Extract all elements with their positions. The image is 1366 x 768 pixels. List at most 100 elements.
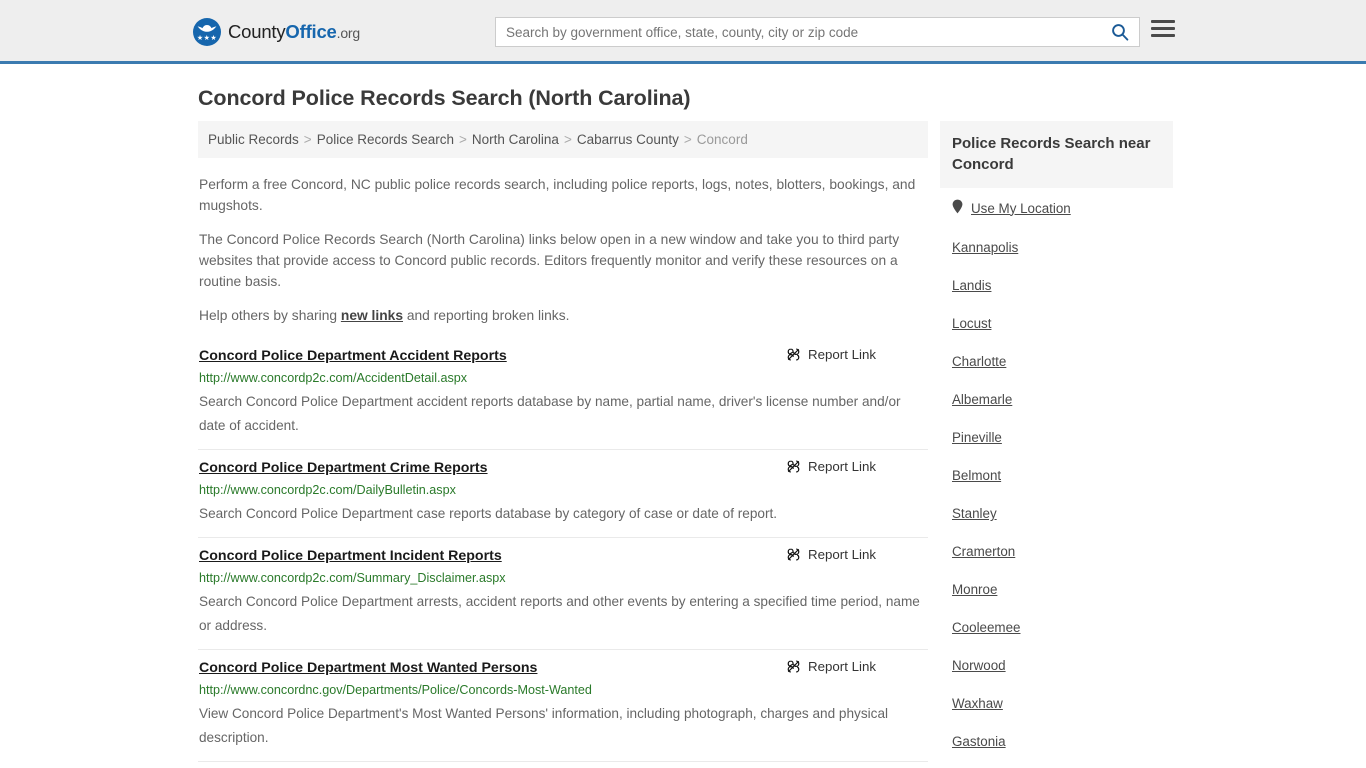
listing-title-link[interactable]: Concord Police Department Crime Reports bbox=[199, 458, 488, 478]
listing-title-link[interactable]: Concord Police Department Most Wanted Pe… bbox=[199, 658, 537, 678]
city-link[interactable]: Stanley bbox=[952, 506, 997, 522]
city-link[interactable]: Gastonia bbox=[952, 734, 1006, 750]
sidebar-item-city[interactable]: Charlotte bbox=[952, 343, 1161, 381]
city-link[interactable]: Belmont bbox=[952, 468, 1001, 484]
report-link-button[interactable]: Report Link bbox=[786, 346, 876, 362]
use-my-location-link[interactable]: Use My Location bbox=[971, 201, 1071, 217]
listings: Concord Police Department Accident Repor… bbox=[198, 342, 928, 762]
hamburger-bar bbox=[1151, 34, 1175, 37]
breadcrumb-item-cabarrus-county[interactable]: Cabarrus County bbox=[577, 132, 679, 147]
intro-p3-before: Help others by sharing bbox=[199, 308, 341, 323]
brand-part-county: County bbox=[228, 21, 286, 42]
listing-description: View Concord Police Department's Most Wa… bbox=[199, 706, 889, 745]
sidebar: Police Records Search near Concord Use M… bbox=[940, 121, 1173, 768]
sidebar-item-city[interactable]: Belmont bbox=[952, 457, 1161, 495]
listing-item: Concord Police Department Most Wanted Pe… bbox=[198, 650, 928, 762]
search-button[interactable] bbox=[1101, 18, 1139, 46]
sidebar-panel-nearby: Police Records Search near Concord Use M… bbox=[940, 121, 1173, 761]
intro-text: Perform a free Concord, NC public police… bbox=[198, 158, 928, 326]
hamburger-bar bbox=[1151, 27, 1175, 30]
report-link-label: Report Link bbox=[808, 347, 876, 362]
search-input[interactable] bbox=[496, 18, 1101, 46]
listing-url[interactable]: http://www.concordp2c.com/DailyBulletin.… bbox=[199, 478, 926, 500]
broken-link-icon bbox=[787, 348, 800, 361]
eagle-glyph bbox=[197, 25, 217, 32]
sidebar-item-city[interactable]: Landis bbox=[952, 267, 1161, 305]
breadcrumb: Public Records > Police Records Search > Nor… bbox=[198, 121, 928, 158]
breadcrumb-item-public-records[interactable]: Public Records bbox=[208, 132, 299, 147]
stars-glyph: ★★★ bbox=[196, 35, 218, 42]
sidebar-list: Use My Location Kannapolis Landis Locust… bbox=[940, 188, 1173, 761]
listing-url[interactable]: http://www.concordp2c.com/Summary_Discla… bbox=[199, 566, 926, 588]
listing-header: Concord Police Department Most Wanted Pe… bbox=[199, 658, 926, 678]
breadcrumb-item-north-carolina[interactable]: North Carolina bbox=[472, 132, 559, 147]
report-link-label: Report Link bbox=[808, 547, 876, 562]
new-links-link[interactable]: new links bbox=[341, 308, 403, 323]
brand-text: CountyOffice.org bbox=[228, 21, 360, 43]
city-link[interactable]: Cooleemee bbox=[952, 620, 1020, 636]
sidebar-item-city[interactable]: Pineville bbox=[952, 419, 1161, 457]
intro-paragraph-2: The Concord Police Records Search (North… bbox=[199, 232, 900, 289]
sidebar-item-city[interactable]: Albemarle bbox=[952, 381, 1161, 419]
city-link[interactable]: Cramerton bbox=[952, 544, 1015, 560]
sidebar-item-city[interactable]: Locust bbox=[952, 305, 1161, 343]
city-link[interactable]: Waxhaw bbox=[952, 696, 1003, 712]
breadcrumb-separator: > bbox=[683, 132, 692, 147]
report-link-button[interactable]: Report Link bbox=[786, 458, 876, 474]
sidebar-item-city[interactable]: Waxhaw bbox=[952, 685, 1161, 723]
breadcrumb-item-concord: Concord bbox=[696, 132, 748, 147]
report-link-label: Report Link bbox=[808, 459, 876, 474]
map-pin-icon bbox=[952, 199, 963, 218]
page-body: Concord Police Records Search (North Car… bbox=[0, 64, 1366, 768]
listing-description: Search Concord Police Department acciden… bbox=[199, 394, 901, 433]
report-link-button[interactable]: Report Link bbox=[786, 546, 876, 562]
eagle-logo-icon: ★★★ bbox=[193, 18, 221, 46]
breadcrumb-separator: > bbox=[563, 132, 572, 147]
city-link[interactable]: Kannapolis bbox=[952, 240, 1018, 256]
content-columns: Public Records > Police Records Search > Nor… bbox=[193, 121, 1173, 768]
site-header: ★★★ CountyOffice.org bbox=[0, 0, 1366, 64]
sidebar-item-city[interactable]: Gastonia bbox=[952, 723, 1161, 761]
intro-paragraph-3: Help others by sharing new links and rep… bbox=[198, 292, 928, 326]
broken-link-icon bbox=[787, 660, 800, 673]
page-title: Concord Police Records Search (North Car… bbox=[198, 86, 691, 110]
sidebar-item-city[interactable]: Stanley bbox=[952, 495, 1161, 533]
city-link[interactable]: Monroe bbox=[952, 582, 997, 598]
sidebar-item-use-my-location[interactable]: Use My Location bbox=[952, 188, 1161, 229]
listing-url[interactable]: http://www.concordnc.gov/Departments/Pol… bbox=[199, 678, 926, 700]
main-column: Public Records > Police Records Search > Nor… bbox=[198, 121, 928, 762]
sidebar-item-city[interactable]: Monroe bbox=[952, 571, 1161, 609]
broken-link-icon bbox=[787, 548, 800, 561]
listing-description: Search Concord Police Department case re… bbox=[199, 506, 778, 521]
listing-url[interactable]: http://www.concordp2c.com/AccidentDetail… bbox=[199, 366, 926, 388]
city-link[interactable]: Charlotte bbox=[952, 354, 1006, 370]
report-link-button[interactable]: Report Link bbox=[786, 658, 876, 674]
sidebar-item-city[interactable]: Norwood bbox=[952, 647, 1161, 685]
search-icon bbox=[1112, 24, 1129, 41]
listing-header: Concord Police Department Accident Repor… bbox=[199, 346, 926, 366]
breadcrumb-separator: > bbox=[303, 132, 312, 147]
city-link[interactable]: Landis bbox=[952, 278, 991, 294]
city-link[interactable]: Locust bbox=[952, 316, 991, 332]
listing-item: Concord Police Department Crime Reports bbox=[198, 450, 928, 538]
hamburger-bar bbox=[1151, 20, 1175, 23]
broken-link-icon bbox=[787, 460, 800, 473]
city-link[interactable]: Norwood bbox=[952, 658, 1006, 674]
sidebar-item-city[interactable]: Cooleemee bbox=[952, 609, 1161, 647]
menu-button[interactable] bbox=[1151, 20, 1175, 37]
listing-item: Concord Police Department Accident Repor… bbox=[198, 342, 928, 450]
breadcrumb-separator: > bbox=[459, 132, 467, 147]
breadcrumb-item-police-records-search[interactable]: Police Records Search bbox=[317, 132, 454, 147]
city-link[interactable]: Albemarle bbox=[952, 392, 1012, 408]
report-link-label: Report Link bbox=[808, 659, 876, 674]
listing-item: Concord Police Department Incident Repor… bbox=[198, 538, 928, 650]
sidebar-item-city[interactable]: Kannapolis bbox=[952, 229, 1161, 267]
site-logo[interactable]: ★★★ CountyOffice.org bbox=[193, 18, 360, 46]
sidebar-panel-heading: Police Records Search near Concord bbox=[940, 121, 1173, 188]
city-link[interactable]: Pineville bbox=[952, 430, 1002, 446]
listing-title-link[interactable]: Concord Police Department Accident Repor… bbox=[199, 346, 507, 366]
listing-header: Concord Police Department Crime Reports bbox=[199, 458, 926, 478]
sidebar-item-city[interactable]: Cramerton bbox=[952, 533, 1161, 571]
listing-description: Search Concord Police Department arrests… bbox=[199, 594, 920, 633]
listing-title-link[interactable]: Concord Police Department Incident Repor… bbox=[199, 546, 502, 566]
